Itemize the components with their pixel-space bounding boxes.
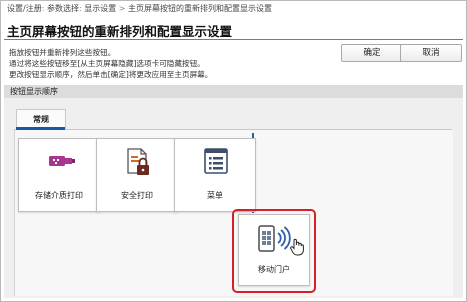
tile-label: 移动门户 [258,265,290,274]
breadcrumb-item-display[interactable]: 显示设置 [84,4,116,13]
tile-secure-print[interactable]: 安全打印 [96,138,178,212]
breadcrumb-item-settings[interactable]: 设置/注册 [7,4,42,13]
breadcrumb-separator: > [118,4,126,13]
page-title: 主页屏幕按钮的重新排列和配置显示设置 [7,24,233,39]
usb-memory-icon [47,147,75,175]
tile-label: 安全打印 [121,191,153,200]
tile-storage-media-print[interactable]: 存储介质打印 [18,138,100,212]
breadcrumb-separator: : [41,4,45,13]
secure-print-icon [125,147,149,175]
cancel-button[interactable]: 取消 [400,44,462,62]
ok-button[interactable]: 确定 [341,44,403,62]
description-line: 更改按钮显示顺序，然后单击[确定]将更改应用至主页屏幕。 [9,70,213,79]
description-line: 通过将这些按钮移至[从主页屏幕隐藏]选项卡可隐藏按钮。 [9,59,205,68]
description: 拖放按钮并重新排列这些按钮。 通过将这些按钮移至[从主页屏幕隐藏]选项卡可隐藏按… [9,47,212,80]
breadcrumb-item-current: 主页屏幕按钮的重新排列和配置显示设置 [128,4,272,13]
breadcrumb-separator: : [78,4,82,13]
section-header: 按钮显示顺序 [4,85,463,98]
tile-label: 存储介质打印 [35,191,83,200]
tile-menu[interactable]: 菜单 [174,138,256,212]
menu-icon [203,147,228,175]
breadcrumb-item-preferences[interactable]: 参数选择 [47,4,79,13]
drag-hand-cursor-icon [290,238,304,256]
description-line: 拖放按钮并重新排列这些按钮。 [9,48,116,57]
title-divider [4,39,463,40]
tile-label: 菜单 [207,191,223,200]
mobile-portal-icon [257,223,293,253]
breadcrumb: 设置/注册: 参数选择: 显示设置 > 主页屏幕按钮的重新排列和配置显示设置 [7,3,272,14]
